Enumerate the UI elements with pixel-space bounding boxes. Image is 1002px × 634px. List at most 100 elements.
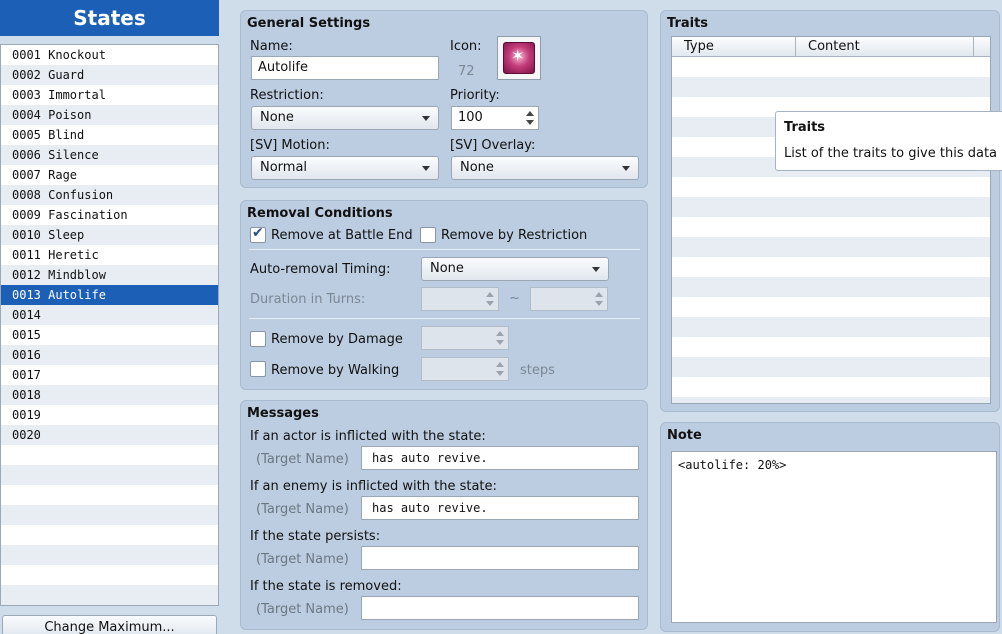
priority-value: 100	[458, 110, 483, 125]
target-name-placeholder: (Target Name)	[256, 452, 349, 467]
list-item[interactable]: 0005 Blind	[1, 125, 218, 145]
target-name-placeholder: (Target Name)	[256, 502, 349, 517]
table-row[interactable]	[672, 337, 990, 357]
stepper-down-icon[interactable]	[486, 301, 494, 306]
list-item[interactable]: 0009 Fascination	[1, 205, 218, 225]
table-row[interactable]	[672, 297, 990, 317]
state-icon	[503, 42, 535, 74]
walking-steps-stepper[interactable]	[421, 357, 509, 381]
list-item[interactable]: 0018	[1, 385, 218, 405]
damage-percent-stepper[interactable]	[421, 326, 509, 350]
divider	[249, 249, 640, 250]
stepper-up-icon[interactable]	[496, 362, 504, 367]
overlay-select[interactable]: None	[451, 156, 639, 180]
states-list[interactable]: 0001 Knockout 0002 Guard 0003 Immortal 0004…	[0, 44, 219, 606]
table-row[interactable]	[672, 277, 990, 297]
restriction-label: Restriction:	[250, 88, 324, 103]
list-item[interactable]: 0013 Autolife	[1, 285, 218, 305]
traits-rows	[672, 57, 990, 403]
stepper-down-icon[interactable]	[496, 371, 504, 376]
table-row[interactable]	[672, 77, 990, 97]
list-item[interactable]: 0011 Heretic	[1, 245, 218, 265]
list-item-empty	[1, 485, 218, 505]
timing-select[interactable]: None	[421, 257, 609, 281]
timing-label: Auto-removal Timing:	[250, 262, 391, 277]
stepper-down-icon[interactable]	[496, 340, 504, 345]
remove-damage-label[interactable]: Remove by Damage	[271, 332, 403, 347]
remove-restriction-checkbox[interactable]	[420, 227, 436, 243]
traits-col-content[interactable]: Content	[796, 37, 974, 57]
icon-picker[interactable]	[497, 36, 541, 80]
actor-message-label: If an actor is inflicted with the state:	[250, 429, 486, 444]
remove-walking-checkbox[interactable]	[250, 361, 266, 377]
list-item[interactable]: 0008 Confusion	[1, 185, 218, 205]
stepper-up-icon[interactable]	[486, 292, 494, 297]
name-label: Name:	[250, 39, 293, 54]
removal-conditions-title: Removal Conditions	[247, 206, 393, 221]
enemy-message-input[interactable]: has auto revive.	[361, 496, 639, 520]
divider	[249, 318, 640, 319]
remove-damage-checkbox[interactable]	[250, 331, 266, 347]
table-row[interactable]	[672, 197, 990, 217]
list-item[interactable]: 0016	[1, 345, 218, 365]
states-title: States	[0, 0, 219, 36]
restriction-select[interactable]: None	[251, 106, 439, 130]
table-row[interactable]	[672, 217, 990, 237]
priority-stepper[interactable]: 100	[451, 106, 539, 130]
enemy-message-label: If an enemy is inflicted with the state:	[250, 479, 497, 494]
table-row[interactable]	[672, 237, 990, 257]
priority-label: Priority:	[450, 88, 500, 103]
list-item-empty	[1, 545, 218, 565]
messages-panel: Messages If an actor is inflicted with t…	[240, 400, 648, 630]
list-item[interactable]: 0007 Rage	[1, 165, 218, 185]
list-item[interactable]: 0012 Mindblow	[1, 265, 218, 285]
table-row[interactable]	[672, 397, 990, 403]
table-row[interactable]	[672, 377, 990, 397]
remove-battle-end-checkbox[interactable]	[250, 225, 266, 243]
remove-walking-label[interactable]: Remove by Walking	[271, 363, 399, 378]
table-row[interactable]	[672, 257, 990, 277]
actor-message-input[interactable]: has auto revive.	[361, 446, 639, 470]
traits-col-type[interactable]: Type	[672, 37, 796, 57]
note-textarea[interactable]: <autolife: 20%>	[671, 451, 997, 623]
duration-min-stepper[interactable]	[421, 287, 499, 311]
table-row[interactable]	[672, 357, 990, 377]
target-name-placeholder: (Target Name)	[256, 602, 349, 617]
table-row[interactable]	[672, 57, 990, 77]
change-maximum-button[interactable]: Change Maximum...	[2, 615, 217, 634]
list-item[interactable]: 0004 Poison	[1, 105, 218, 125]
list-item[interactable]: 0002 Guard	[1, 65, 218, 85]
list-item[interactable]: 0006 Silence	[1, 145, 218, 165]
persists-message-input[interactable]	[361, 546, 639, 570]
list-item[interactable]: 0001 Knockout	[1, 45, 218, 65]
list-item[interactable]: 0014	[1, 305, 218, 325]
general-settings-panel: General Settings Name: Autolife Icon: 72…	[240, 10, 648, 188]
list-item[interactable]: 0020	[1, 425, 218, 445]
list-item[interactable]: 0019	[1, 405, 218, 425]
remove-restriction-label[interactable]: Remove by Restriction	[441, 228, 587, 243]
stepper-up-icon[interactable]	[496, 331, 504, 336]
stepper-up-icon[interactable]	[526, 111, 534, 116]
stepper-down-icon[interactable]	[526, 120, 534, 125]
traits-table[interactable]: Type Content	[671, 36, 991, 404]
table-row[interactable]	[672, 317, 990, 337]
steps-label: steps	[520, 363, 555, 378]
tooltip-title: Traits	[784, 120, 826, 135]
table-row[interactable]	[672, 177, 990, 197]
name-input[interactable]: Autolife	[251, 56, 439, 80]
stepper-up-icon[interactable]	[595, 292, 603, 297]
stepper-down-icon[interactable]	[595, 301, 603, 306]
duration-max-stepper[interactable]	[530, 287, 608, 311]
list-item[interactable]: 0017	[1, 365, 218, 385]
motion-label: [SV] Motion:	[250, 138, 330, 153]
icon-label: Icon:	[450, 39, 482, 54]
list-item[interactable]: 0015	[1, 325, 218, 345]
motion-select[interactable]: Normal	[251, 156, 439, 180]
list-item-empty	[1, 525, 218, 545]
list-item[interactable]: 0003 Immortal	[1, 85, 218, 105]
general-settings-title: General Settings	[247, 16, 371, 31]
list-item[interactable]: 0010 Sleep	[1, 225, 218, 245]
removed-message-input[interactable]	[361, 596, 639, 620]
overlay-label: [SV] Overlay:	[450, 138, 536, 153]
remove-battle-end-label[interactable]: Remove at Battle End	[271, 228, 413, 243]
